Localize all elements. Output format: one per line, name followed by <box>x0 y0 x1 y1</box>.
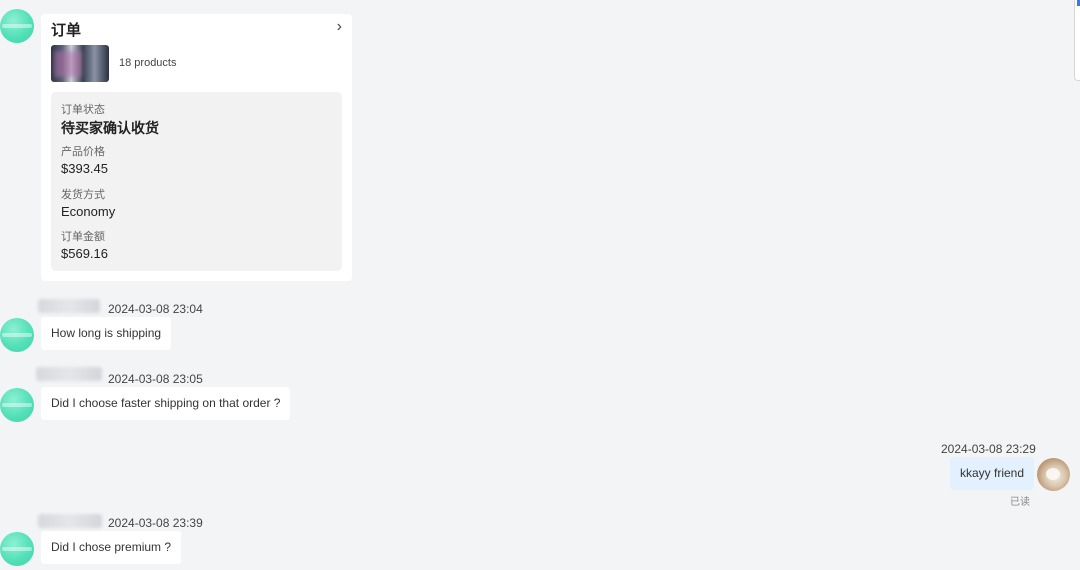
sender-name-redacted <box>38 514 102 528</box>
contact-avatar[interactable] <box>0 532 34 566</box>
product-price-value: $393.45 <box>61 161 108 176</box>
product-price-label: 产品价格 <box>61 146 105 158</box>
product-thumbnail[interactable] <box>51 45 109 82</box>
order-status-label: 订单状态 <box>61 104 105 116</box>
contact-avatar[interactable] <box>0 318 34 352</box>
message-timestamp: 2024-03-08 23:04 <box>108 302 203 316</box>
sender-name-redacted <box>36 367 102 381</box>
read-status: 已读 <box>1010 497 1030 508</box>
order-details: 订单状态 待买家确认收货 产品价格 $393.45 发货方式 Economy 订… <box>51 92 342 271</box>
contact-avatar[interactable] <box>0 388 34 422</box>
order-card[interactable]: 订单 › 18 products 订单状态 待买家确认收货 产品价格 $393.… <box>41 14 352 281</box>
order-status-value: 待买家确认收货 <box>61 120 159 136</box>
shipping-method-label: 发货方式 <box>61 189 105 201</box>
shipping-method-value: Economy <box>61 204 116 219</box>
message-bubble[interactable]: Did I choose faster shipping on that ord… <box>41 387 291 420</box>
message-timestamp: 2024-03-08 23:39 <box>108 516 203 530</box>
message-timestamp: 2024-03-08 23:05 <box>108 372 203 386</box>
message-bubble[interactable]: How long is shipping <box>41 317 172 350</box>
user-avatar[interactable] <box>1037 458 1070 491</box>
order-total-label: 订单金额 <box>61 231 105 243</box>
products-count: 18 products <box>119 57 177 69</box>
chevron-right-icon[interactable]: › <box>337 18 342 36</box>
order-total-value: $569.16 <box>61 246 108 261</box>
message-bubble[interactable]: Did I chose premium ? <box>41 531 182 564</box>
contact-avatar[interactable] <box>0 9 34 43</box>
sender-name-redacted <box>38 299 100 313</box>
message-bubble-outgoing[interactable]: kkayy friend <box>950 457 1035 490</box>
message-timestamp: 2024-03-08 23:29 <box>941 442 1036 456</box>
side-panel-edge[interactable] <box>1074 0 1080 81</box>
order-card-title: 订单 <box>51 22 82 39</box>
